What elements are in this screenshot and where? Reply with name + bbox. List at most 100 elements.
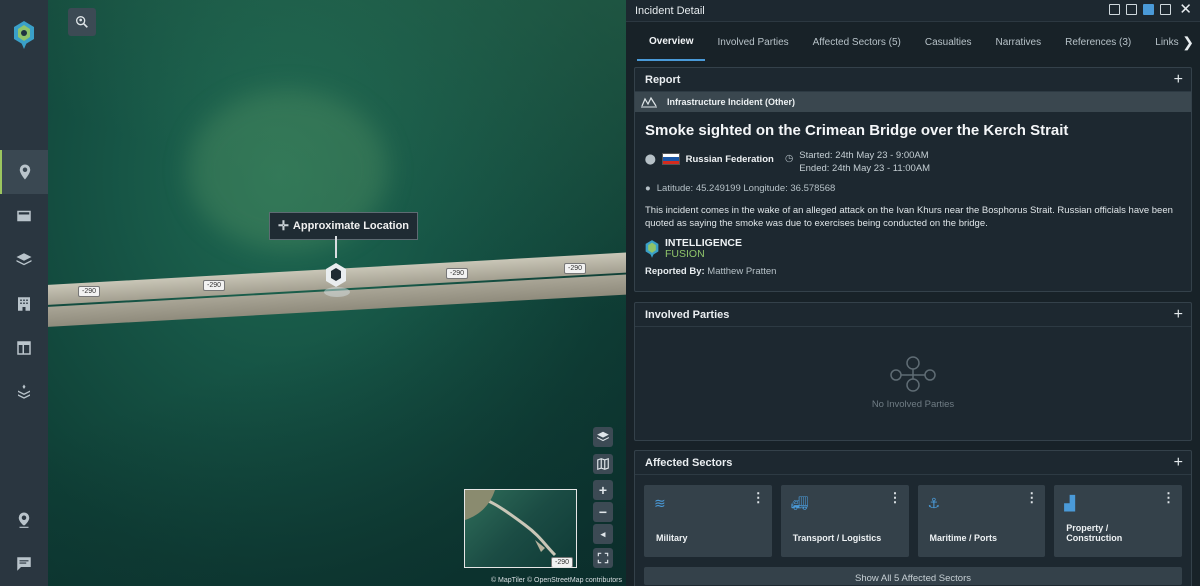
location-pin-icon: ●	[645, 183, 651, 194]
incident-description: This incident comes in the wake of an al…	[645, 205, 1173, 229]
chevron-right-icon[interactable]: ❯	[1182, 34, 1194, 51]
more-options-icon[interactable]: ⋮	[1162, 490, 1175, 506]
view-map-icon[interactable]	[1109, 4, 1121, 15]
report-header-label: Report	[645, 73, 681, 86]
zoom-in-button[interactable]: +	[593, 480, 613, 500]
more-options-icon[interactable]: ⋮	[1025, 490, 1038, 506]
app-logo[interactable]	[0, 0, 48, 70]
layers-icon	[16, 253, 32, 266]
incident-detail-panel: Incident Detail ✕ Overview Involved Part…	[626, 0, 1200, 586]
incident-country: ⬤ Russian Federation	[645, 149, 785, 165]
brand-line-2: FUSION	[665, 248, 705, 260]
sidebar-item-feedback[interactable]	[0, 542, 48, 586]
location-pin-icon	[19, 164, 31, 180]
more-options-icon[interactable]: ⋮	[889, 490, 902, 506]
map-search-button[interactable]	[68, 8, 96, 36]
involved-parties-empty: No Involved Parties	[635, 327, 1191, 410]
no-involved-parties-text: No Involved Parties	[871, 399, 955, 410]
panel-title: Incident Detail	[635, 4, 705, 17]
view-split-icon[interactable]	[1126, 4, 1138, 15]
compass-button[interactable]: ◂	[593, 524, 613, 544]
more-options-icon[interactable]: ⋮	[752, 490, 765, 506]
left-sidebar	[0, 0, 48, 586]
affected-sectors-add-icon[interactable]: +	[1174, 454, 1183, 472]
affected-sectors-label: Affected Sectors	[645, 456, 733, 469]
zoom-out-button[interactable]: −	[593, 502, 613, 522]
reported-by-label: Reported By:	[645, 266, 705, 277]
map-icon	[597, 457, 609, 471]
report-header: Report +	[635, 68, 1191, 92]
layers-toggle-button[interactable]	[593, 427, 613, 447]
logo-icon	[14, 21, 34, 49]
infrastructure-icon	[641, 96, 657, 108]
feedback-icon	[17, 557, 31, 571]
view-columns-icon[interactable]	[1143, 4, 1155, 15]
sector-label: Military	[656, 533, 688, 543]
incident-coordinates: ● Latitude: 45.249199 Longitude: 36.5785…	[635, 175, 1191, 194]
marker-shadow	[324, 287, 350, 297]
anchor-icon: ⚓︎	[927, 495, 941, 511]
incident-meta: ⬤ Russian Federation ◷ Started: 24th May…	[635, 139, 1191, 175]
report-card: Report + Infrastructure Incident (Other)…	[634, 67, 1192, 292]
road-sign: -290	[564, 263, 587, 274]
minimap[interactable]: -290	[464, 489, 577, 568]
satellite-map[interactable]: -290 -290 -290 -290 ✛ Approximate Locati…	[48, 0, 626, 586]
tab-casualties[interactable]: Casualties	[913, 23, 984, 61]
tab-links[interactable]: Links	[1143, 23, 1179, 61]
location-pointer-line	[335, 236, 337, 258]
sector-card-military[interactable]: ≋ ⋮ Military	[644, 485, 772, 557]
sidebar-item-map[interactable]	[0, 150, 48, 194]
dashboard-icon	[17, 341, 31, 355]
sidebar-item-feed[interactable]	[0, 194, 48, 238]
involved-parties-label: Involved Parties	[645, 308, 730, 321]
coordinates-text: Latitude: 45.249199 Longitude: 36.578568	[656, 183, 836, 194]
layers-icon	[597, 431, 609, 442]
incident-type: Infrastructure Incident (Other)	[667, 97, 796, 107]
road-sign: -290	[78, 286, 101, 297]
reported-by: Reported By: Matthew Pratten	[635, 260, 1191, 277]
tab-affected-sectors[interactable]: Affected Sectors (5)	[801, 23, 913, 61]
end-date: Ended: 24th May 23 - 11:00AM	[799, 163, 931, 174]
compass-icon: ◂	[600, 528, 606, 539]
incident-dates: ◷ Started: 24th May 23 - 9:00AM Ended: 2…	[785, 149, 930, 175]
sidebar-item-intelligence[interactable]	[0, 370, 48, 414]
sidebar-item-dashboard[interactable]	[0, 326, 48, 370]
show-all-sectors-button[interactable]: Show All 5 Affected Sectors	[644, 567, 1182, 585]
incident-marker-icon[interactable]	[325, 262, 347, 288]
sidebar-item-layers[interactable]	[0, 238, 48, 282]
pin-outline-icon	[18, 512, 30, 528]
tab-overview[interactable]: Overview	[637, 23, 706, 61]
sector-card-property[interactable]: ▟ ⋮ Property / Construction	[1054, 485, 1182, 557]
panel-header: Incident Detail ✕	[626, 0, 1200, 22]
fullscreen-button[interactable]	[593, 548, 613, 568]
location-pin-icon: ⬤	[645, 153, 656, 165]
approximate-location-text: Approximate Location	[292, 220, 410, 232]
sector-list: ≋ ⋮ Military 🚚︎ ⋮ Transport / Logistics …	[635, 475, 1191, 557]
search-location-icon	[76, 15, 88, 28]
intelligence-fusion-logo-icon	[645, 240, 659, 258]
country-name: Russian Federation	[685, 153, 774, 165]
sector-card-transport[interactable]: 🚚︎ ⋮ Transport / Logistics	[780, 485, 909, 557]
building-icon	[18, 297, 30, 311]
tab-references[interactable]: References (3)	[1053, 23, 1143, 61]
clock-icon: ◷	[785, 153, 794, 164]
sidebar-item-my-location[interactable]	[0, 498, 48, 542]
involved-parties-add-icon[interactable]: +	[1174, 306, 1183, 324]
truck-icon: 🚚︎	[790, 495, 809, 511]
close-icon[interactable]: ✕	[1179, 2, 1192, 17]
sector-card-maritime[interactable]: ⚓︎ ⋮ Maritime / Ports	[917, 485, 1046, 557]
start-date: Started: 24th May 23 - 9:00AM	[799, 150, 929, 161]
basemap-toggle-button[interactable]	[593, 454, 613, 474]
report-add-icon[interactable]: +	[1174, 71, 1183, 89]
affected-sectors-header: Affected Sectors +	[635, 451, 1191, 475]
view-image-icon[interactable]	[1160, 4, 1172, 15]
panel-view-controls: ✕	[1109, 2, 1192, 17]
buildings-icon: ▟	[1064, 495, 1076, 511]
approximate-location-label: ✛ Approximate Location	[269, 212, 419, 240]
sidebar-item-locations[interactable]	[0, 282, 48, 326]
tab-involved-parties[interactable]: Involved Parties	[705, 23, 800, 61]
tab-narratives[interactable]: Narratives	[984, 23, 1054, 61]
incident-type-bar: Infrastructure Incident (Other)	[635, 92, 1191, 112]
intel-layers-icon	[18, 384, 30, 399]
map-attribution[interactable]: © MapTiler © OpenStreetMap contributors	[491, 577, 622, 584]
